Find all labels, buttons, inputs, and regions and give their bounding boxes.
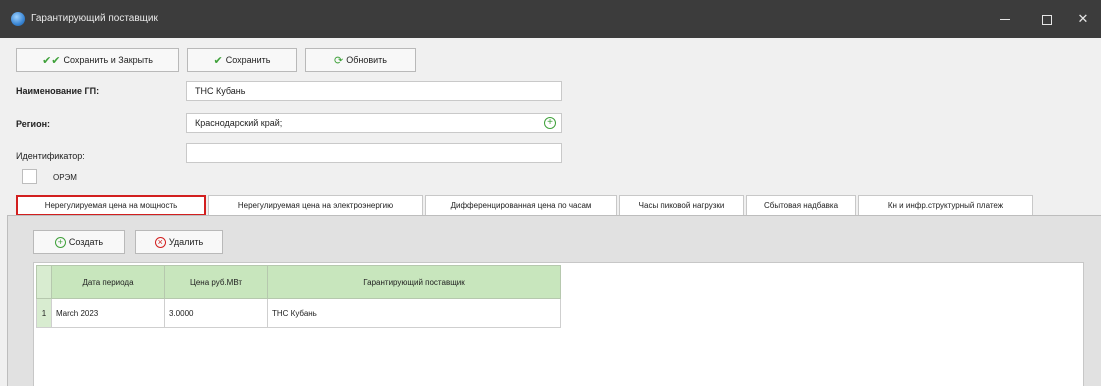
- tab-label: Часы пиковой нагрузки: [638, 201, 725, 210]
- minimize-icon: [1000, 19, 1010, 21]
- tab-sales-markup[interactable]: Сбытовая надбавка: [746, 195, 856, 216]
- maximize-icon: [1042, 14, 1052, 25]
- cell-supplier[interactable]: ТНС Кубань: [267, 298, 561, 328]
- cell-price[interactable]: 3.0000: [164, 298, 268, 328]
- refresh-button[interactable]: ⟳ Обновить: [305, 48, 416, 72]
- tab-label: Нерегулируемая цена на мощность: [44, 201, 178, 210]
- close-button[interactable]: ✕: [1063, 0, 1101, 38]
- create-button[interactable]: + Создать: [33, 230, 125, 254]
- save-and-close-label: Сохранить и Закрыть: [63, 55, 153, 65]
- identifier-label: Идентификатор:: [16, 151, 85, 161]
- name-field[interactable]: ТНС Кубань: [186, 81, 562, 101]
- cell-period[interactable]: March 2023: [51, 298, 165, 328]
- orem-checkbox[interactable]: [22, 169, 37, 184]
- close-icon: ✕: [1077, 11, 1089, 26]
- column-header-period[interactable]: Дата периода: [51, 265, 165, 299]
- tab-capacity-price[interactable]: Нерегулируемая цена на мощность: [16, 195, 206, 216]
- identifier-field[interactable]: [186, 143, 562, 163]
- check-icon: ✔: [213, 54, 223, 67]
- save-and-close-button[interactable]: ✔✔ Сохранить и Закрыть: [16, 48, 179, 72]
- tab-energy-price[interactable]: Нерегулируемая цена на электроэнергию: [208, 195, 423, 216]
- tab-label: Сбытовая надбавка: [763, 201, 839, 210]
- remove-icon: ×: [154, 236, 166, 248]
- add-region-icon[interactable]: +: [544, 117, 556, 129]
- region-field[interactable]: Краснодарский край; +: [186, 113, 562, 133]
- plus-icon: +: [54, 236, 66, 248]
- save-button[interactable]: ✔ Сохранить: [187, 48, 297, 72]
- create-label: Создать: [68, 237, 104, 247]
- tab-infrastructure-payment[interactable]: Кн и инфр.структурный платеж: [858, 195, 1033, 216]
- price-table: Дата периода Цена руб.МВт Гарантирующий …: [36, 265, 561, 328]
- column-header-supplier[interactable]: Гарантирующий поставщик: [267, 265, 561, 299]
- delete-button[interactable]: × Удалить: [135, 230, 223, 254]
- orem-label: ОРЭМ: [53, 173, 77, 182]
- column-header-price[interactable]: Цена руб.МВт: [164, 265, 268, 299]
- row-number-header: [36, 265, 52, 299]
- tab-peak-hours[interactable]: Часы пиковой нагрузки: [619, 195, 744, 216]
- region-value: Краснодарский край;: [195, 118, 283, 128]
- app-icon: [11, 12, 25, 26]
- tab-label: Кн и инфр.структурный платеж: [887, 201, 1004, 210]
- row-number: 1: [36, 298, 52, 328]
- tab-hourly-price[interactable]: Дифференцированная цена по часам: [425, 195, 617, 216]
- window-title: Гарантирующий поставщик: [31, 13, 158, 24]
- name-label: Наименование ГП:: [16, 86, 100, 96]
- delete-label: Удалить: [168, 237, 204, 247]
- name-value: ТНС Кубань: [195, 86, 246, 96]
- table-row[interactable]: 1 March 2023 3.0000 ТНС Кубань: [36, 298, 561, 328]
- save-label: Сохранить: [225, 55, 271, 65]
- table-header-row: Дата периода Цена руб.МВт Гарантирующий …: [36, 265, 561, 299]
- refresh-icon: ⟳: [334, 54, 344, 67]
- window-left-edge: [0, 38, 7, 386]
- minimize-button[interactable]: [985, 0, 1025, 38]
- maximize-button[interactable]: [1027, 0, 1067, 38]
- refresh-label: Обновить: [346, 55, 387, 65]
- title-bar: Гарантирующий поставщик ✕: [0, 0, 1101, 38]
- double-check-icon: ✔✔: [42, 54, 61, 67]
- region-label: Регион:: [16, 119, 50, 129]
- tab-label: Дифференцированная цена по часам: [450, 201, 592, 210]
- tab-label: Нерегулируемая цена на электроэнергию: [237, 201, 394, 210]
